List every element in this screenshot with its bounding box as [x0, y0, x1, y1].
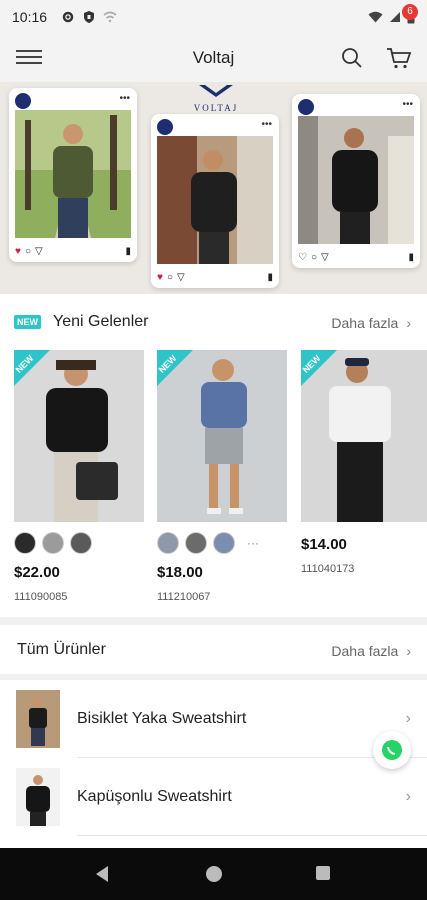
- color-swatch[interactable]: [42, 532, 64, 554]
- avatar: [157, 119, 173, 135]
- more-icon: •••: [119, 93, 130, 104]
- post-actions: ♥ ○ ▽ ▮: [157, 271, 273, 283]
- all-products-header: Tüm Ürünler Daha fazla ›: [0, 630, 427, 670]
- recents-icon[interactable]: [315, 865, 331, 881]
- item-name: Bisiklet Yaka Sweatshirt: [77, 710, 247, 727]
- post-photo: [298, 116, 414, 244]
- brand-logo: VOLTAJ: [186, 84, 246, 113]
- color-swatch[interactable]: [185, 532, 207, 554]
- new-ribbon: NEW: [157, 350, 197, 390]
- social-post-card[interactable]: ••• ♡ ○ ▽ ▮: [292, 94, 420, 268]
- ribbon-label: NEW: [14, 353, 36, 375]
- product-card[interactable]: NEW $14.00 111040173: [301, 350, 427, 575]
- more-link[interactable]: Daha fazla ›: [331, 643, 411, 659]
- section-divider: [0, 617, 427, 625]
- bookmark-icon: ▮: [408, 251, 414, 263]
- search-icon[interactable]: [340, 46, 364, 70]
- product-price: $22.00: [14, 564, 60, 581]
- item-thumbnail: [16, 768, 60, 826]
- system-nav-bar: [0, 848, 427, 900]
- post-actions: ♥ ○ ▽ ▮: [15, 245, 131, 257]
- color-swatch[interactable]: [213, 532, 235, 554]
- heart-icon: ♡: [298, 251, 307, 263]
- more-link[interactable]: Daha fazla ›: [331, 315, 411, 331]
- wifi-off-icon: [103, 11, 117, 23]
- shield-icon: [84, 11, 95, 23]
- status-time: 10:16: [12, 9, 48, 25]
- bookmark-icon: ▮: [267, 271, 273, 283]
- color-swatches: ···: [157, 532, 287, 554]
- product-sku: 111040173: [301, 563, 355, 575]
- app-bar: Voltaj: [0, 34, 427, 82]
- chevron-right-icon: ›: [405, 788, 411, 805]
- chevron-right-icon: ›: [406, 643, 411, 659]
- post-actions: ♡ ○ ▽ ▮: [298, 251, 414, 263]
- avatar: [298, 99, 314, 115]
- section-title: Yeni Gelenler: [53, 313, 149, 330]
- avatar: [15, 93, 31, 109]
- brand-logo-text: VOLTAJ: [193, 103, 239, 113]
- product-price: $14.00: [301, 536, 347, 553]
- color-swatch[interactable]: [157, 532, 179, 554]
- product-price: $18.00: [157, 564, 203, 581]
- new-tag: NEW: [14, 315, 41, 329]
- more-label: Daha fazla: [331, 315, 399, 331]
- status-bar: 10:16: [0, 0, 427, 34]
- chevron-right-icon: ›: [405, 710, 411, 727]
- new-arrivals-header: NEW Yeni Gelenler Daha fazla ›: [0, 302, 427, 342]
- list-item[interactable]: Kapüşonlu Sweatshirt ›: [0, 758, 427, 836]
- share-icon: ▽: [321, 251, 329, 263]
- comment-icon: ○: [166, 271, 173, 283]
- promo-banner[interactable]: VOLTAJ ••• ♥ ○ ▽ ▮ ••• ♥ ○ ▽ ▮ ••• ♡ ○ ▽…: [0, 82, 427, 294]
- bookmark-icon: ▮: [125, 245, 131, 257]
- signal-icon: [390, 12, 400, 22]
- post-photo: [15, 110, 131, 238]
- chevron-right-icon: ›: [406, 315, 411, 331]
- social-post-card[interactable]: ••• ♥ ○ ▽ ▮: [9, 88, 137, 262]
- wifi-icon: [368, 11, 383, 23]
- comment-icon: ○: [310, 251, 318, 263]
- product-card[interactable]: NEW $22.00 111090085: [14, 350, 144, 603]
- home-icon[interactable]: [205, 865, 223, 883]
- settings-icon: [62, 11, 74, 23]
- color-swatches: [14, 532, 144, 554]
- more-swatches[interactable]: ···: [247, 536, 259, 550]
- back-icon[interactable]: [94, 865, 110, 883]
- comment-icon: ○: [24, 245, 31, 257]
- whatsapp-icon: [382, 740, 402, 760]
- product-card[interactable]: NEW ··· $18.00 111210067: [157, 350, 287, 603]
- share-icon: ▽: [34, 245, 43, 257]
- new-ribbon: NEW: [14, 350, 54, 390]
- row-divider: [77, 835, 427, 836]
- product-sku: 111210067: [157, 591, 211, 603]
- cart-icon[interactable]: [386, 46, 412, 70]
- item-thumbnail: [16, 690, 60, 748]
- ribbon-label: NEW: [301, 353, 323, 375]
- share-icon: ▽: [176, 271, 185, 283]
- more-icon: •••: [402, 99, 413, 110]
- section-title: Tüm Ürünler: [17, 641, 106, 658]
- more-icon: •••: [261, 119, 272, 130]
- new-ribbon: NEW: [301, 350, 341, 390]
- item-name: Kapüşonlu Sweatshirt: [77, 788, 232, 805]
- social-post-card[interactable]: ••• ♥ ○ ▽ ▮: [151, 114, 279, 288]
- whatsapp-button[interactable]: [373, 731, 411, 769]
- color-swatch[interactable]: [14, 532, 36, 554]
- product-sku: 111090085: [14, 591, 68, 603]
- list-item[interactable]: Bisiklet Yaka Sweatshirt ›: [0, 680, 427, 758]
- cart-badge: 6: [402, 4, 418, 20]
- color-swatch[interactable]: [70, 532, 92, 554]
- heart-icon: ♥: [15, 245, 21, 257]
- ribbon-label: NEW: [157, 353, 179, 375]
- post-photo: [157, 136, 273, 264]
- heart-icon: ♥: [157, 271, 163, 283]
- more-label: Daha fazla: [331, 643, 399, 659]
